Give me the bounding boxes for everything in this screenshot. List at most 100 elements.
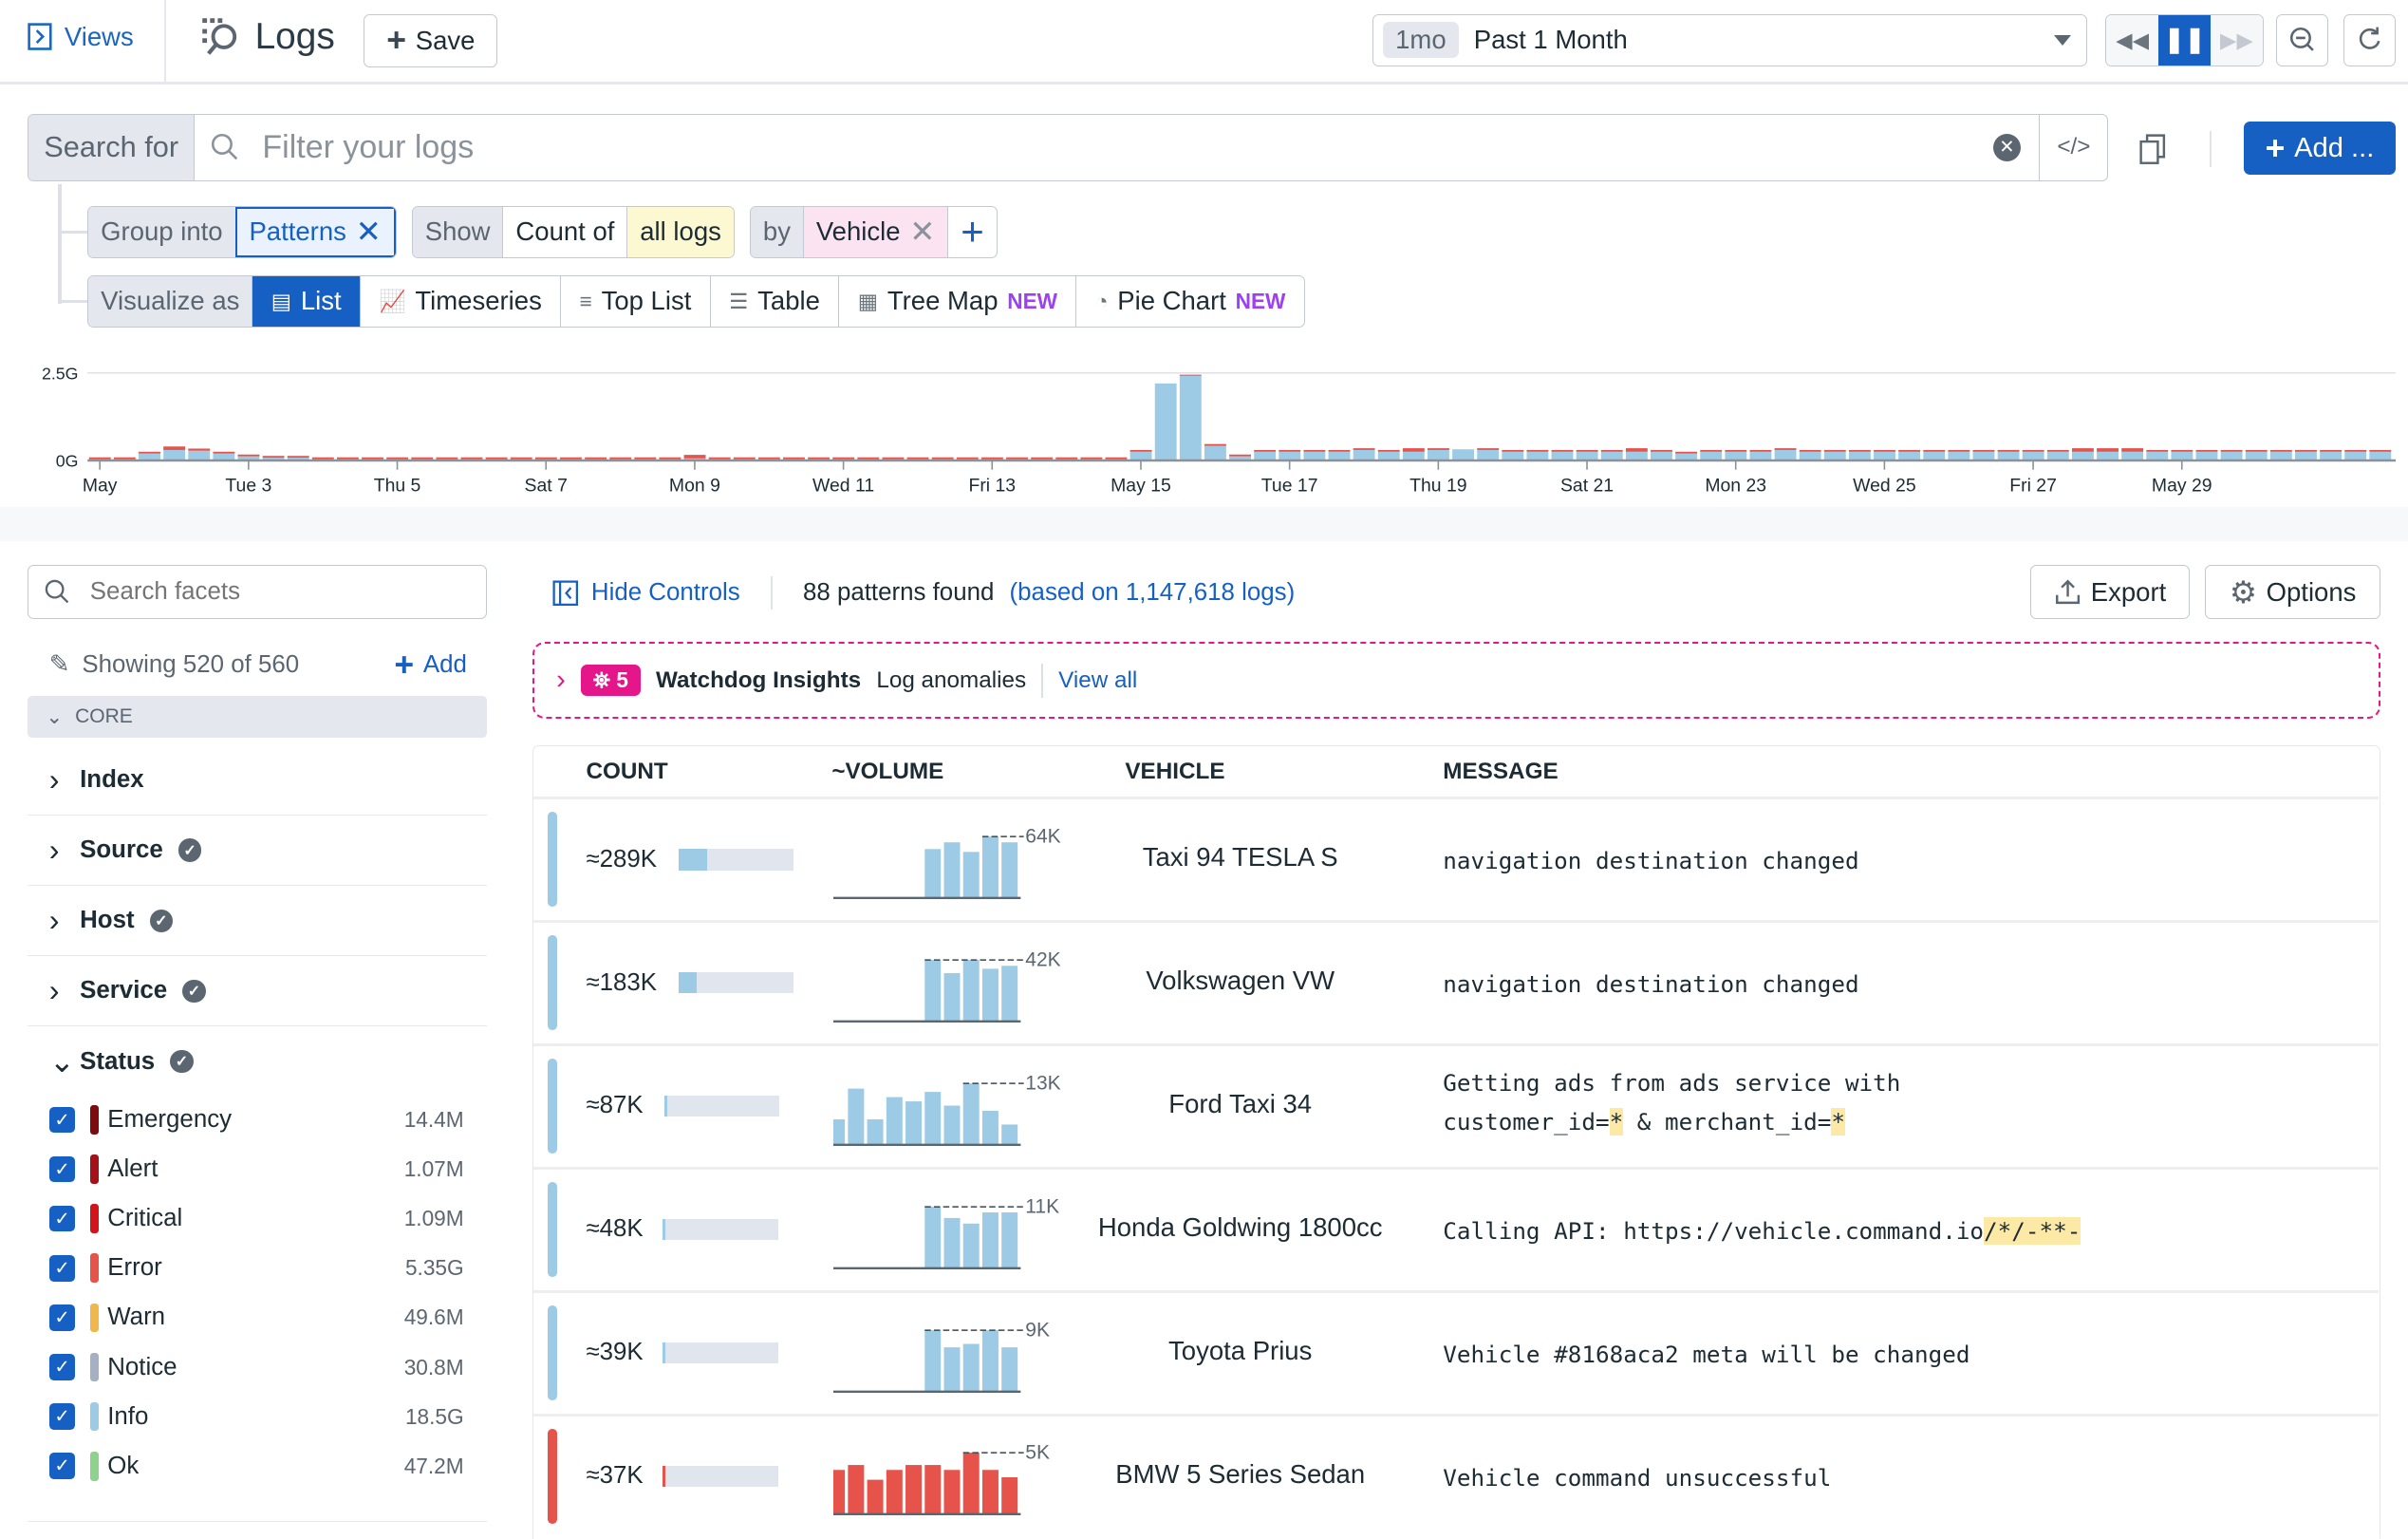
pencil-icon[interactable]: ✎ <box>49 650 70 679</box>
chevron-right-icon: › <box>49 762 65 798</box>
pattern-message: Vehicle command unsuccessful <box>1443 1459 1831 1497</box>
copy-icon[interactable] <box>2139 134 2167 164</box>
checkbox[interactable]: ✓ <box>49 1453 76 1479</box>
checkbox[interactable]: ✓ <box>49 1107 76 1134</box>
column-header-message[interactable]: MESSAGE <box>1443 759 1558 785</box>
facet-group-host[interactable]: ›Host✓ <box>28 886 487 956</box>
core-section-header[interactable]: ⌄CORE <box>28 696 487 738</box>
visualize-option-top-list[interactable]: ≡Top List <box>560 276 710 327</box>
search-input[interactable] <box>259 127 1993 167</box>
table-row[interactable]: ≈87K13KFord Taxi 34Getting ads from ads … <box>533 1043 2378 1169</box>
checkbox[interactable]: ✓ <box>49 1354 76 1380</box>
table-row[interactable]: ≈39K9KToyota PriusVehicle #8168aca2 meta… <box>533 1290 2378 1416</box>
status-facet-critical[interactable]: ✓Critical1.09M <box>49 1194 464 1244</box>
zoom-out-button[interactable] <box>2276 14 2328 66</box>
options-button[interactable]: ⚙Options <box>2205 565 2380 619</box>
export-button[interactable]: Export <box>2030 565 2190 619</box>
watchdog-insights-banner[interactable]: › ⛯ 5 Watchdog Insights Log anomalies Vi… <box>532 642 2380 719</box>
histogram-bar-info <box>2097 452 2119 460</box>
close-icon[interactable]: ✕ <box>909 214 935 250</box>
status-facet-notice[interactable]: ✓Notice30.8M <box>49 1342 464 1392</box>
x-tick-label: Thu 19 <box>1409 476 1466 497</box>
histogram-bar-error <box>1948 450 1969 452</box>
page-title: Logs <box>199 15 334 58</box>
aggregation-select[interactable]: Count of <box>502 207 626 257</box>
checkbox[interactable]: ✓ <box>49 1403 76 1430</box>
histogram-bar-info <box>1923 452 1945 460</box>
log-volume-histogram[interactable]: 0G2.5GMayTue 3Thu 5Sat 7Mon 9Wed 11Fri 1… <box>0 356 2408 502</box>
table-row[interactable]: ≈183K42KVolkswagen VWnavigation destinat… <box>533 920 2378 1045</box>
visualize-option-pie-chart[interactable]: ◔Pie ChartNEW <box>1075 276 1303 327</box>
visualize-option-list[interactable]: ▤List <box>252 276 360 327</box>
time-range-selector[interactable]: 1mo Past 1 Month <box>1372 14 2086 66</box>
column-header-volume[interactable]: ~VOLUME <box>831 759 943 785</box>
status-color-swatch <box>90 1402 98 1432</box>
histogram-bar-error <box>684 455 706 459</box>
pause-button[interactable]: ❚❚ <box>2158 15 2211 66</box>
status-facet-warn[interactable]: ✓Warn49.6M <box>49 1293 464 1342</box>
histogram-bar-info <box>1849 452 1871 460</box>
code-toggle-button[interactable]: </> <box>2039 115 2107 180</box>
group-into-select[interactable]: Patterns✕ <box>235 207 396 257</box>
add-facet-button[interactable]: +Add <box>394 646 467 685</box>
facet-group-index[interactable]: ›Index <box>28 745 487 816</box>
chevron-right-icon[interactable]: › <box>556 665 566 696</box>
facet-group-source[interactable]: ›Source✓ <box>28 816 487 886</box>
new-badge: NEW <box>1236 289 1286 314</box>
status-facet-emergency[interactable]: ✓Emergency14.4M <box>49 1096 464 1145</box>
histogram-bar-error <box>1923 450 1945 452</box>
facet-group-status[interactable]: ⌄Status✓ <box>28 1026 487 1097</box>
count-bar-fill <box>663 1342 665 1364</box>
rewind-button[interactable]: ◀◀ <box>2106 15 2158 66</box>
hide-controls-button[interactable]: Hide Controls <box>552 579 739 607</box>
pattern-count: ≈37K <box>586 1462 643 1490</box>
add-group-button[interactable]: + <box>947 207 996 257</box>
views-button[interactable]: Views <box>28 22 134 52</box>
facet-group-service[interactable]: ›Service✓ <box>28 956 487 1026</box>
clear-search-icon[interactable]: ✕ <box>1993 134 2021 161</box>
views-label: Views <box>65 22 134 52</box>
histogram-bar-info <box>1948 452 1969 460</box>
histogram-bar-error <box>1898 450 1920 452</box>
close-icon[interactable]: ✕ <box>356 214 382 250</box>
visualize-option-timeseries[interactable]: 📈Timeseries <box>360 276 560 327</box>
visualize-option-table[interactable]: ☰Table <box>710 276 839 327</box>
refresh-button[interactable] <box>2343 14 2396 66</box>
search-for-label: Search for <box>28 115 195 180</box>
visualize-option-tree-map[interactable]: ▦Tree MapNEW <box>838 276 1075 327</box>
checkbox[interactable]: ✓ <box>49 1255 76 1282</box>
visualize-row: Visualize as ▤List📈Timeseries≡Top List☰T… <box>87 275 1305 328</box>
count-bar <box>679 849 793 871</box>
histogram-bar-error <box>981 458 1003 460</box>
forward-button[interactable]: ▶▶ <box>2211 15 2263 66</box>
watchdog-subtitle: Log anomalies <box>876 667 1026 694</box>
search-facets-input[interactable] <box>87 577 486 608</box>
status-facet-error[interactable]: ✓Error5.35G <box>49 1244 464 1293</box>
chevron-right-icon: › <box>49 833 65 868</box>
checkbox[interactable]: ✓ <box>49 1206 76 1232</box>
measure-select[interactable]: all logs <box>626 207 733 257</box>
collapse-panel-icon <box>552 580 579 607</box>
table-row[interactable]: ≈289K64KTaxi 94 TESLA Snavigation destin… <box>533 797 2378 922</box>
checkbox[interactable]: ✓ <box>49 1304 76 1331</box>
vehicle-name: Taxi 94 TESLA S <box>1087 842 1394 873</box>
based-on-logs-link[interactable]: (based on 1,147,618 logs) <box>1010 579 1296 607</box>
table-icon: ☰ <box>729 289 748 314</box>
checkbox[interactable]: ✓ <box>49 1156 76 1183</box>
by-field-select[interactable]: Vehicle✕ <box>803 207 947 257</box>
histogram-bar-info <box>2246 452 2268 460</box>
sparkline-bar <box>943 842 960 898</box>
column-header-vehicle[interactable]: VEHICLE <box>1125 759 1224 785</box>
table-row[interactable]: ≈48K11KHonda Goldwing 1800ccCalling API:… <box>533 1167 2378 1292</box>
table-row[interactable]: ≈37K5KBMW 5 Series SedanVehicle command … <box>533 1414 2378 1539</box>
wildcard-highlight: * <box>1610 1108 1624 1135</box>
histogram-bar-info <box>1180 376 1202 460</box>
sparkline-bar <box>833 1119 845 1145</box>
status-facet-alert[interactable]: ✓Alert1.07M <box>49 1145 464 1194</box>
save-button[interactable]: +Save <box>364 14 497 68</box>
add-button[interactable]: +Add ... <box>2244 122 2396 176</box>
column-header-count[interactable]: COUNT <box>586 759 667 785</box>
view-all-link[interactable]: View all <box>1058 667 1137 694</box>
status-facet-info[interactable]: ✓Info18.5G <box>49 1392 464 1441</box>
status-facet-ok[interactable]: ✓Ok47.2M <box>49 1441 464 1491</box>
